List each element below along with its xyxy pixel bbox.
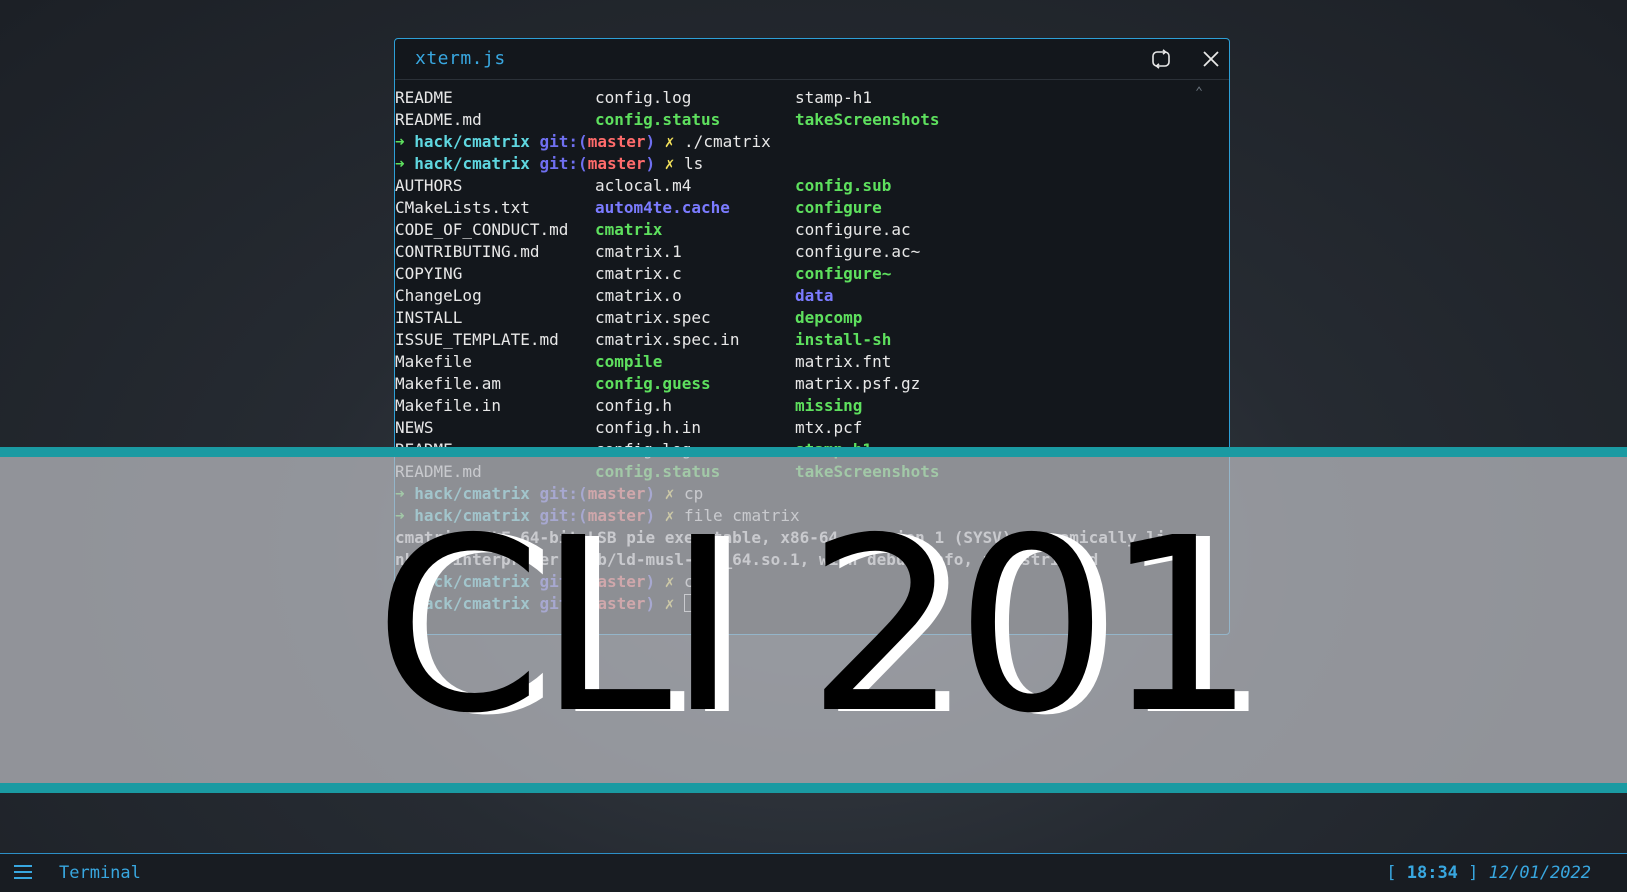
terminal-line: README config.log stamp-h1	[395, 87, 1229, 109]
banner-title: CLI 201	[374, 486, 1256, 766]
terminal-line: CMakeLists.txt autom4te.cache configure	[395, 197, 1229, 219]
ls-entry: install-sh	[795, 330, 892, 349]
terminal-line: Makefile.in config.h missing	[395, 395, 1229, 417]
ls-entry: takeScreenshots	[795, 110, 940, 129]
prompt-branch: master	[587, 154, 646, 173]
ls-entry: CONTRIBUTING.md	[395, 242, 540, 261]
prompt-git-close: )	[645, 132, 656, 151]
ls-entry: cmatrix.spec.in	[595, 330, 740, 349]
prompt-command: ls	[684, 154, 704, 173]
ls-entry: Makefile	[395, 352, 473, 371]
terminal-line: README.md config.status takeScreenshots	[395, 109, 1229, 131]
prompt-line: ➜ hack/cmatrix git:(master) ✗ ./cmatrix	[395, 131, 1229, 153]
terminal-line: CODE_OF_CONDUCT.md cmatrix configure.ac	[395, 219, 1229, 241]
ls-entry: configure.ac~	[795, 242, 921, 261]
hamburger-menu-icon[interactable]	[14, 865, 32, 881]
ls-entry: mtx.pcf	[795, 418, 863, 437]
terminal-line: ISSUE_TEMPLATE.md cmatrix.spec.in install-…	[395, 329, 1229, 351]
ls-entry: compile	[595, 352, 663, 371]
ls-entry: config.status	[595, 110, 721, 129]
prompt-git: git:(	[539, 154, 588, 173]
clock-bracket-close: ]	[1457, 863, 1489, 883]
ls-entry: cmatrix.o	[595, 286, 682, 305]
clock-date: 12/01/2022	[1488, 863, 1591, 883]
window-title: xterm.js	[415, 48, 506, 69]
ls-entry: config.guess	[595, 374, 711, 393]
terminal-line: COPYING cmatrix.c configure~	[395, 263, 1229, 285]
ls-entry: CMakeLists.txt	[395, 198, 530, 217]
terminal-line: ChangeLog cmatrix.o data	[395, 285, 1229, 307]
taskbar-terminal-label[interactable]: Terminal	[59, 863, 141, 883]
ls-entry: Makefile.in	[395, 396, 501, 415]
close-icon[interactable]	[1200, 48, 1222, 70]
ls-entry: config.log	[595, 88, 692, 107]
ls-entry: CODE_OF_CONDUCT.md	[395, 220, 569, 239]
refresh-icon[interactable]	[1150, 48, 1172, 70]
ls-entry: aclocal.m4	[595, 176, 692, 195]
ls-entry: config.h	[595, 396, 673, 415]
prompt-path: hack/cmatrix	[414, 154, 530, 173]
ls-entry: matrix.psf.gz	[795, 374, 921, 393]
ls-entry: depcomp	[795, 308, 863, 327]
ls-entry: ChangeLog	[395, 286, 482, 305]
ls-entry: README.md	[395, 110, 482, 129]
ls-entry: config.sub	[795, 176, 892, 195]
clock: [ 18:34 ] 12/01/2022	[1386, 863, 1591, 883]
ls-entry: missing	[795, 396, 863, 415]
ls-entry: stamp-h1	[795, 88, 873, 107]
prompt-path: hack/cmatrix	[414, 132, 530, 151]
ls-entry: configure~	[795, 264, 892, 283]
ls-entry: cmatrix.spec	[595, 308, 711, 327]
ls-entry: config.h.in	[595, 418, 701, 437]
ls-entry: NEWS	[395, 418, 434, 437]
ls-entry: cmatrix.1	[595, 242, 682, 261]
window-titlebar[interactable]: xterm.js	[395, 39, 1229, 80]
prompt-arrow: ➜	[395, 132, 405, 151]
ls-entry: cmatrix	[595, 220, 663, 239]
ls-entry: ISSUE_TEMPLATE.md	[395, 330, 559, 349]
prompt-arrow: ➜	[395, 154, 405, 173]
ls-entry: README	[395, 88, 453, 107]
ls-entry: matrix.fnt	[795, 352, 892, 371]
ls-entry: INSTALL	[395, 308, 463, 327]
clock-time: 18:34	[1406, 863, 1458, 883]
terminal-line: INSTALL cmatrix.spec depcomp	[395, 307, 1229, 329]
prompt-branch: master	[587, 132, 646, 151]
terminal-line: Makefile compile matrix.fnt	[395, 351, 1229, 373]
ls-entry: Makefile.am	[395, 374, 501, 393]
terminal-line: NEWS config.h.in mtx.pcf	[395, 417, 1229, 439]
prompt-git-close: )	[645, 154, 656, 173]
taskbar: Terminal [ 18:34 ] 12/01/2022	[0, 853, 1627, 892]
terminal-line: CONTRIBUTING.md cmatrix.1 configure.ac~	[395, 241, 1229, 263]
ls-entry: AUTHORS	[395, 176, 463, 195]
prompt-line: ➜ hack/cmatrix git:(master) ✗ ls	[395, 153, 1229, 175]
prompt-command: ./cmatrix	[684, 132, 771, 151]
clock-bracket-open: [	[1386, 863, 1407, 883]
ls-entry: configure.ac	[795, 220, 911, 239]
ls-entry: COPYING	[395, 264, 463, 283]
prompt-dirty: ✗	[664, 132, 675, 151]
terminal-line: Makefile.am config.guess matrix.psf.gz	[395, 373, 1229, 395]
terminal-line: AUTHORS aclocal.m4 config.sub	[395, 175, 1229, 197]
prompt-git: git:(	[539, 132, 588, 151]
ls-entry: cmatrix.c	[595, 264, 682, 283]
prompt-dirty: ✗	[664, 154, 675, 173]
ls-entry: data	[795, 286, 834, 305]
ls-entry: autom4te.cache	[595, 198, 730, 217]
ls-entry: configure	[795, 198, 882, 217]
